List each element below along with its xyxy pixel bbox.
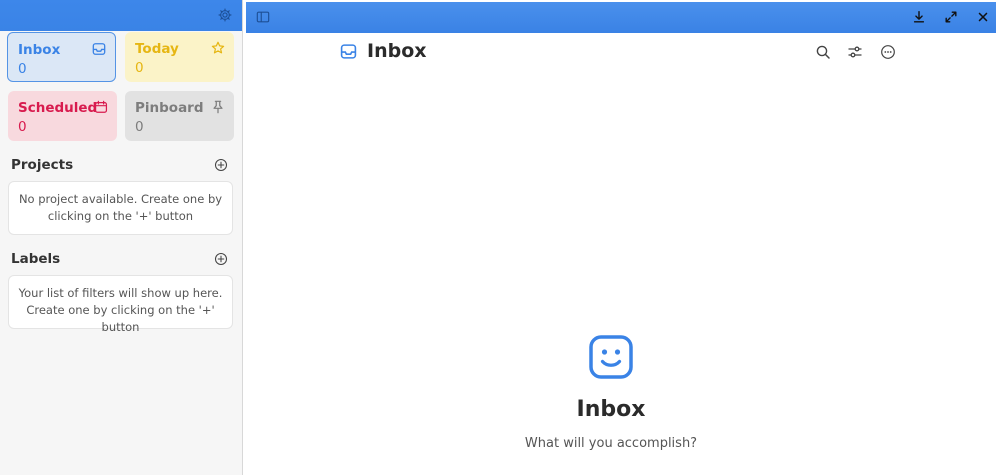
main-pane: Inbox Inbox What will you accomplish? <box>246 0 997 475</box>
sidebar: Inbox 0 Today 0 Scheduled 0 Pinboard 0 P… <box>0 0 243 475</box>
inbox-icon <box>340 44 357 59</box>
tile-today-count: 0 <box>135 60 144 76</box>
tile-pinboard-label: Pinboard <box>135 100 204 116</box>
calendar-icon <box>94 100 108 113</box>
labels-empty-box: Your list of filters will show up here. … <box>8 275 233 334</box>
add-project-icon[interactable] <box>214 158 228 172</box>
download-icon[interactable] <box>912 10 926 24</box>
gear-icon[interactable] <box>218 8 232 22</box>
pin-icon <box>213 100 223 114</box>
projects-title: Projects <box>11 157 74 173</box>
maximize-icon[interactable] <box>944 10 958 24</box>
add-label-icon[interactable] <box>214 252 228 266</box>
filter-sliders-icon[interactable] <box>847 44 863 60</box>
inbox-icon <box>92 43 106 55</box>
projects-empty-line2: clicking on the '+' button <box>47 209 194 223</box>
page-title: Inbox <box>367 40 427 62</box>
more-options-icon[interactable] <box>880 44 896 60</box>
sidebar-header <box>0 0 242 31</box>
labels-title: Labels <box>11 251 61 267</box>
tile-scheduled[interactable]: Scheduled 0 <box>8 91 117 141</box>
projects-empty-line1: No project available. Create one by <box>18 192 223 206</box>
sidebar-toggle-icon[interactable] <box>256 10 270 24</box>
tile-scheduled-label: Scheduled <box>18 100 98 116</box>
main-header <box>246 2 996 33</box>
star-icon <box>211 41 225 54</box>
tile-today[interactable]: Today 0 <box>125 32 234 82</box>
tile-inbox[interactable]: Inbox 0 <box>7 32 116 82</box>
tile-inbox-count: 0 <box>18 61 27 77</box>
tile-inbox-label: Inbox <box>18 42 61 58</box>
tile-pinboard-count: 0 <box>135 119 144 135</box>
search-icon[interactable] <box>815 44 831 60</box>
close-icon[interactable] <box>976 10 990 24</box>
labels-empty-line1: Your list of filters will show up here. <box>18 286 223 300</box>
empty-state-title: Inbox <box>576 397 646 422</box>
tile-scheduled-count: 0 <box>18 119 27 135</box>
tile-pinboard[interactable]: Pinboard 0 <box>125 91 234 141</box>
empty-state-subtitle: What will you accomplish? <box>524 436 698 451</box>
smiley-icon <box>589 335 633 379</box>
tile-today-label: Today <box>135 41 179 57</box>
labels-empty-line2: Create one by clicking on the '+' button <box>26 303 215 334</box>
projects-empty-box: No project available. Create one by clic… <box>8 181 233 235</box>
